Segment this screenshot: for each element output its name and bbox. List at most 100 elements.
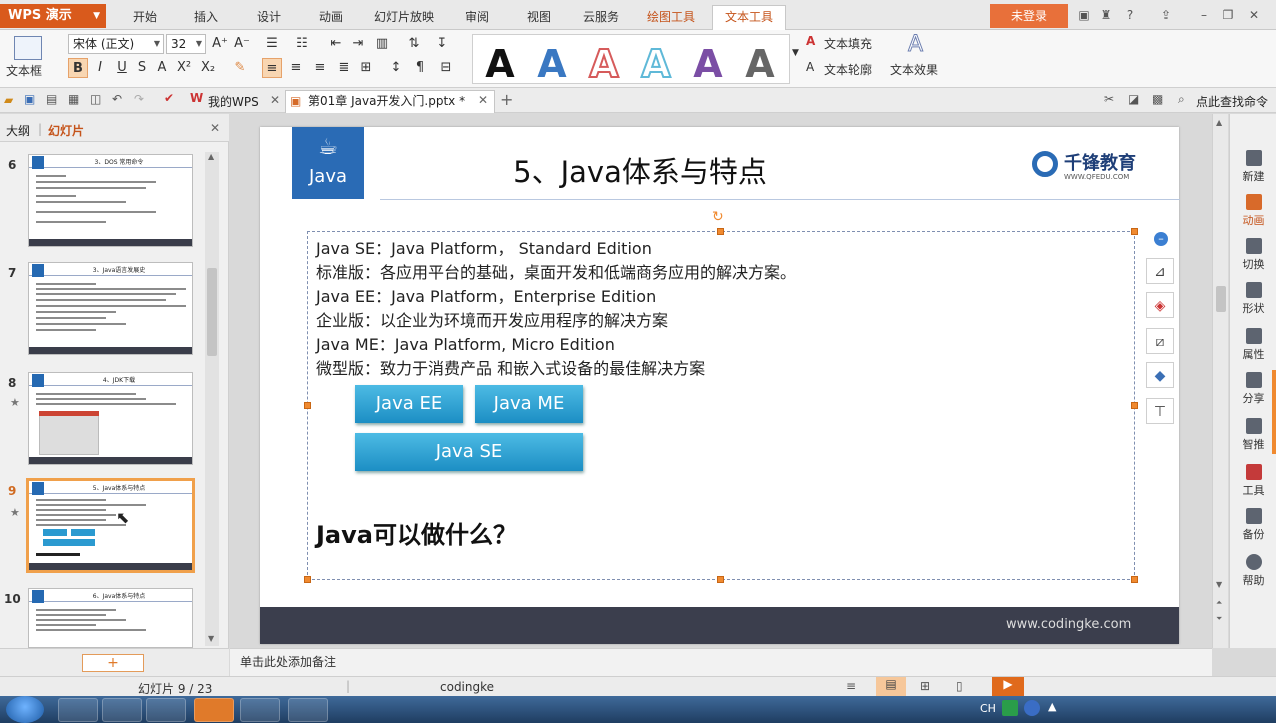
resize-handle[interactable] — [717, 228, 724, 235]
line-spacing-icon[interactable]: ↕ — [386, 58, 406, 78]
java-me-box[interactable]: Java ME — [475, 385, 583, 423]
gallery-more-icon[interactable]: ▼ — [792, 48, 799, 58]
slide-title[interactable]: 5、Java体系与特点 — [410, 149, 870, 191]
find-command-input[interactable]: 点此查找命令 — [1196, 93, 1268, 110]
text-effect-icon[interactable]: A — [907, 32, 923, 58]
tool-icon[interactable]: ✂ — [1104, 92, 1114, 106]
tab-outline[interactable]: 大纲 — [6, 122, 30, 139]
animation-button[interactable]: 动画 — [1230, 194, 1276, 228]
scroll-down-icon[interactable]: ▼ — [208, 634, 214, 643]
tab-text-tools[interactable]: 文本工具 — [712, 5, 787, 30]
font-size-select[interactable]: 32 ▼ — [166, 34, 206, 54]
backup-button[interactable]: 备份 — [1230, 508, 1276, 542]
increase-indent-icon[interactable]: ⇥ — [348, 34, 368, 54]
notepad-icon[interactable] — [288, 698, 328, 722]
font-name-select[interactable]: 宋体 (正文) ▼ — [68, 34, 164, 54]
undo-icon[interactable]: ↶ — [112, 92, 122, 106]
login-button[interactable]: 未登录 — [990, 4, 1068, 28]
slide-thumb-8[interactable]: 4、JDK下载 — [28, 372, 193, 465]
tools-button[interactable]: 工具 — [1230, 464, 1276, 498]
text-fill-button[interactable]: 文本填充 — [824, 35, 872, 52]
body-line-6[interactable]: 微型版：致力于消费产品 和嵌入式设备的最佳解决方案 — [316, 355, 705, 379]
subscript-icon[interactable]: X₂ — [198, 58, 218, 78]
shirt-icon[interactable]: ♜ — [1098, 7, 1114, 23]
thumbnail-scrollbar[interactable]: ▲ ▼ — [205, 152, 219, 646]
resize-handle[interactable] — [1131, 402, 1138, 409]
decrease-indent-icon[interactable]: ⇤ — [326, 34, 346, 54]
resize-handle[interactable] — [304, 402, 311, 409]
text-direction-icon[interactable]: ⇅ — [404, 34, 424, 54]
justify-icon[interactable]: ≣ — [334, 58, 354, 78]
columns-icon[interactable]: ▥ — [372, 34, 392, 54]
resize-handle[interactable] — [1131, 576, 1138, 583]
my-wps-tab[interactable]: 我的WPS — [208, 93, 259, 110]
bullets-icon[interactable]: ☰ — [262, 34, 282, 54]
style-gray[interactable]: A — [737, 41, 783, 87]
tray-overflow-icon[interactable]: ▲ — [1048, 700, 1056, 713]
start-button[interactable] — [6, 696, 44, 723]
save-icon[interactable]: ▣ — [24, 92, 35, 106]
body-line-3[interactable]: Java EE：Java Platform，Enterprise Edition — [316, 283, 656, 307]
fill-icon[interactable]: ◈ — [1146, 292, 1174, 318]
smart-button[interactable]: 智推 — [1230, 418, 1276, 452]
align-center-icon[interactable]: ≡ — [286, 58, 306, 78]
slide-thumb-9[interactable]: 5、Java体系与特点 — [26, 478, 195, 573]
slide-thumb-6[interactable]: 3、DOS 常用命令 — [28, 154, 193, 247]
align-left-icon[interactable]: ≡ — [262, 58, 282, 78]
body-line-2[interactable]: 标准版：各应用平台的基础，桌面开发和低端商务应用的解决方案。 — [316, 259, 796, 283]
distribute-icon[interactable]: ⊞ — [356, 58, 376, 78]
superscript-icon[interactable]: X² — [174, 58, 194, 78]
numbering-icon[interactable]: ☷ — [292, 34, 312, 54]
slide-canvas[interactable]: ☕ Java 5、Java体系与特点 千锋教育 WWW.QFEDU.COM ↻ … — [260, 127, 1180, 644]
collapse-icon[interactable]: – — [1154, 232, 1168, 246]
sorter-view-icon[interactable]: ⊞ — [920, 679, 930, 693]
reading-view-icon[interactable]: ▯ — [956, 679, 963, 693]
grow-font-button[interactable]: A⁺ — [210, 34, 230, 54]
cmd-icon[interactable] — [240, 698, 280, 722]
settings-icon[interactable]: ▩ — [1152, 92, 1163, 106]
new-button[interactable]: 新建 — [1230, 150, 1276, 184]
tab-insert[interactable]: 插入 — [194, 8, 218, 25]
close-icon[interactable]: ✕ — [1246, 7, 1262, 23]
firefox-icon[interactable] — [102, 698, 142, 722]
tab-slideshow[interactable]: 幻灯片放映 — [374, 8, 434, 25]
skin-icon[interactable]: ▣ — [1076, 7, 1092, 23]
resize-handle[interactable] — [304, 576, 311, 583]
style-blue[interactable]: A — [529, 41, 575, 87]
body-line-5[interactable]: Java ME：Java Platform, Micro Edition — [316, 331, 615, 355]
next-slide-icon[interactable]: ⏷ — [1216, 614, 1222, 624]
rotate-handle-icon[interactable]: ↻ — [712, 209, 724, 225]
tab-cloud[interactable]: 云服务 — [583, 8, 619, 25]
scrollbar-thumb[interactable] — [207, 268, 217, 356]
slide-thumb-7[interactable]: 3、Java语言发展史 — [28, 262, 193, 355]
java-ee-box[interactable]: Java EE — [355, 385, 463, 423]
input-language[interactable]: CH — [980, 702, 996, 715]
outline-icon[interactable]: ⧄ — [1146, 328, 1174, 354]
ime-icon[interactable] — [1002, 700, 1018, 716]
share-button[interactable]: 分享 — [1230, 372, 1276, 406]
tab-drawing-tools[interactable]: 绘图工具 — [647, 8, 695, 25]
wps-menu-button[interactable]: WPS 演示 ▼ — [0, 4, 106, 28]
scroll-up-icon[interactable]: ▲ — [208, 152, 214, 161]
tab-slides[interactable]: 幻灯片 — [48, 122, 84, 139]
explorer-icon[interactable] — [146, 698, 186, 722]
wps-presentation-icon[interactable] — [194, 698, 234, 722]
add-slide-button[interactable]: + — [82, 654, 144, 672]
resize-handle[interactable] — [717, 576, 724, 583]
tray-help-icon[interactable] — [1024, 700, 1040, 716]
transition-button[interactable]: 切换 — [1230, 238, 1276, 272]
strike-button[interactable]: S — [132, 58, 152, 78]
clear-format-icon[interactable]: ✎ — [230, 58, 250, 78]
edit-scrollbar[interactable]: ▲ ▼ ⏶ ⏷ — [1212, 114, 1228, 648]
chrome-icon[interactable] — [58, 698, 98, 722]
close-icon[interactable]: ✕ — [478, 93, 488, 107]
normal-view-icon[interactable]: ▤ — [876, 677, 906, 696]
shape-button[interactable]: 形状 — [1230, 282, 1276, 316]
text-align-icon[interactable]: ⊟ — [436, 58, 456, 78]
italic-button[interactable]: I — [90, 58, 110, 78]
comment-icon[interactable]: ◪ — [1128, 92, 1139, 106]
edit-shape-icon[interactable]: ⊿ — [1146, 258, 1174, 284]
play-slideshow-icon[interactable]: ▶ — [992, 677, 1024, 696]
text-outline-button[interactable]: 文本轮廓 — [824, 61, 872, 78]
text-effect-button[interactable]: 文本效果 — [890, 61, 938, 78]
